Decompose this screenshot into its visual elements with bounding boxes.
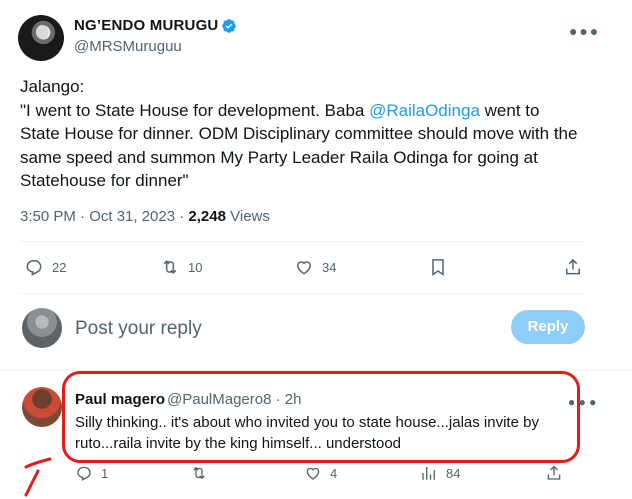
repost-icon bbox=[163, 260, 177, 274]
tweet-meta: 3:50 PM · Oct 31, 2023 · 2,248 Views bbox=[20, 208, 270, 225]
bookmark-action-button[interactable] bbox=[428, 257, 456, 277]
reply-author-avatar[interactable] bbox=[22, 387, 62, 427]
views-count: 2,248 bbox=[188, 208, 226, 225]
views-count: 84 bbox=[446, 465, 461, 481]
reply-text: Silly thinking.. it's about who invited … bbox=[75, 414, 539, 452]
tweet-text: Jalango: "I went to State House for deve… bbox=[20, 75, 580, 193]
author-display-name[interactable]: NG’ENDO MURUGU bbox=[74, 17, 218, 34]
red-annotation-mark bbox=[24, 457, 52, 497]
views-label: Views bbox=[225, 208, 270, 225]
current-user-avatar[interactable] bbox=[22, 308, 62, 348]
repost-action-button[interactable] bbox=[190, 464, 216, 482]
reply-submit-button[interactable]: Reply bbox=[511, 310, 585, 344]
reply-icon bbox=[26, 260, 42, 276]
divider bbox=[20, 293, 584, 294]
views-action-button[interactable]: 84 bbox=[420, 464, 460, 482]
reply-count: 22 bbox=[52, 259, 67, 275]
mention-link[interactable]: @RailaOdinga bbox=[369, 101, 480, 120]
divider bbox=[20, 241, 584, 242]
repost-icon bbox=[193, 466, 205, 480]
reply-input[interactable]: Post your reply bbox=[75, 318, 202, 340]
share-action-button[interactable] bbox=[563, 257, 591, 277]
author-avatar[interactable] bbox=[18, 15, 64, 61]
views-icon bbox=[422, 467, 435, 480]
author-handle[interactable]: @MRSMuruguu bbox=[74, 38, 182, 55]
reply-author-handle[interactable]: @PaulMagero8 · 2h bbox=[167, 391, 301, 408]
share-action-button[interactable] bbox=[545, 464, 571, 482]
reply-action-button[interactable]: 1 bbox=[75, 464, 108, 482]
more-icon[interactable]: ● ● ● bbox=[569, 23, 598, 39]
repost-count: 10 bbox=[188, 259, 203, 275]
more-icon[interactable]: ● ● ● bbox=[568, 395, 596, 409]
like-action-button[interactable]: 34 bbox=[294, 257, 336, 277]
timestamp-link[interactable]: 3:50 PM · Oct 31, 2023 · bbox=[20, 208, 188, 225]
bookmark-icon bbox=[432, 259, 444, 276]
like-count: 4 bbox=[330, 465, 338, 481]
like-action-button[interactable]: 4 bbox=[304, 464, 337, 482]
like-icon bbox=[296, 261, 312, 275]
reply-author-name[interactable]: Paul magero bbox=[75, 391, 165, 408]
share-icon bbox=[547, 465, 561, 480]
tweet-text-part: Jalango: "I went to State House for deve… bbox=[20, 77, 365, 120]
share-icon bbox=[566, 258, 580, 275]
repost-action-button[interactable]: 10 bbox=[160, 257, 202, 277]
reply-action-button[interactable]: 22 bbox=[24, 257, 66, 277]
like-count: 34 bbox=[322, 259, 337, 275]
reply-tweet[interactable]: Paul magero @PaulMagero8 · 2h ● ● ● Sill… bbox=[0, 370, 632, 499]
verified-badge-icon bbox=[222, 19, 236, 33]
reply-composer: Post your reply Reply bbox=[0, 296, 605, 358]
like-icon bbox=[306, 467, 320, 480]
reply-icon bbox=[77, 466, 91, 481]
reply-count: 1 bbox=[101, 465, 109, 481]
